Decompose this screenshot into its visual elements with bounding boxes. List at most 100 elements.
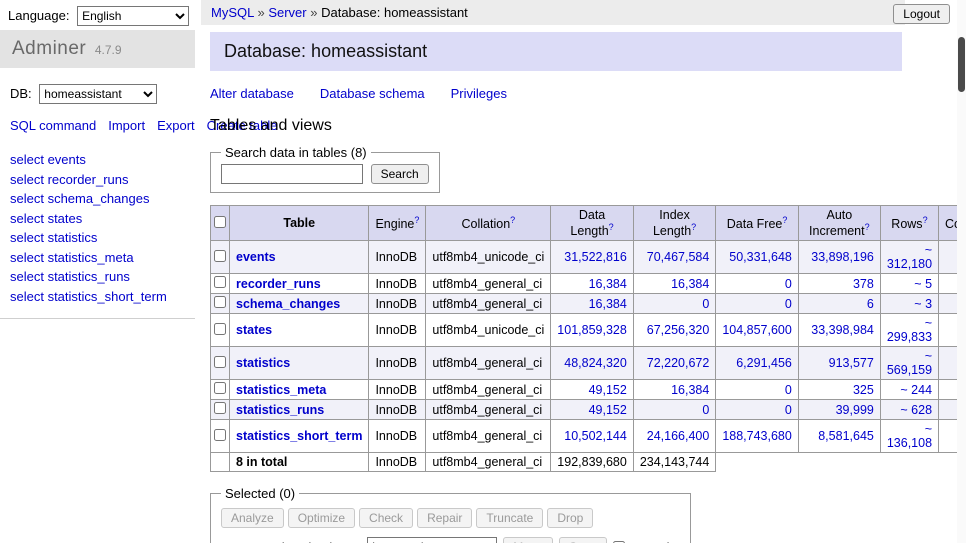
engine-cell: InnoDB: [369, 241, 426, 274]
data-free-link[interactable]: 0: [785, 297, 792, 311]
db-action-link[interactable]: Database schema: [320, 86, 425, 101]
table-name-link[interactable]: statistics_meta: [236, 383, 326, 397]
column-hint-link[interactable]: ?: [414, 215, 419, 225]
auto-increment-link[interactable]: 6: [867, 297, 874, 311]
row-checkbox[interactable]: [214, 323, 226, 335]
data-length-link[interactable]: 16,384: [589, 297, 627, 311]
rows-count-link[interactable]: ~ 3: [914, 297, 932, 311]
table-name-link[interactable]: statistics: [236, 356, 290, 370]
data-free-link[interactable]: 6,291,456: [736, 356, 792, 370]
sidebar-action-link[interactable]: Export: [157, 118, 195, 133]
column-hint-link[interactable]: ?: [923, 215, 928, 225]
auto-increment-link[interactable]: 913,577: [829, 356, 874, 370]
scrollbar-thumb[interactable]: [958, 37, 965, 92]
row-checkbox[interactable]: [214, 402, 226, 414]
table-name-link[interactable]: states: [236, 323, 272, 337]
move-button[interactable]: Move: [503, 537, 552, 543]
table-name-link[interactable]: statistics_short_term: [236, 429, 362, 443]
row-checkbox[interactable]: [214, 276, 226, 288]
index-length-link[interactable]: 70,467,584: [647, 250, 710, 264]
index-length-link[interactable]: 16,384: [671, 383, 709, 397]
logout-button[interactable]: Logout: [893, 4, 950, 24]
sidebar-action-link[interactable]: SQL command: [10, 118, 96, 133]
data-length-link[interactable]: 10,502,144: [564, 429, 627, 443]
row-checkbox[interactable]: [214, 250, 226, 262]
index-length-link[interactable]: 24,166,400: [647, 429, 710, 443]
auto-increment-link[interactable]: 325: [853, 383, 874, 397]
db-select[interactable]: homeassistant: [39, 84, 157, 104]
table-name-link[interactable]: events: [236, 250, 276, 264]
sidebar-table-link[interactable]: select events: [10, 150, 185, 170]
row-checkbox[interactable]: [214, 429, 226, 441]
search-button[interactable]: Search: [371, 164, 429, 184]
db-action-link[interactable]: Privileges: [451, 86, 507, 101]
rows-count-link[interactable]: ~ 312,180: [887, 243, 932, 271]
sidebar-table-link[interactable]: select schema_changes: [10, 189, 185, 209]
auto-increment-link[interactable]: 378: [853, 277, 874, 291]
language-select[interactable]: English: [77, 6, 189, 26]
bulk-check-button[interactable]: Check: [359, 508, 413, 528]
bulk-optimize-button[interactable]: Optimize: [288, 508, 355, 528]
column-hint-link[interactable]: ?: [865, 222, 870, 232]
table-name-link[interactable]: statistics_runs: [236, 403, 324, 417]
data-length-link[interactable]: 49,152: [589, 403, 627, 417]
row-checkbox[interactable]: [214, 356, 226, 368]
rows-count-link[interactable]: ~ 299,833: [887, 316, 932, 344]
copy-button[interactable]: Copy: [559, 537, 607, 543]
rows-count-link[interactable]: ~ 628: [900, 403, 932, 417]
data-free-link[interactable]: 188,743,680: [722, 429, 792, 443]
data-free-link[interactable]: 50,331,648: [729, 250, 792, 264]
data-free-link[interactable]: 0: [785, 383, 792, 397]
column-hint-link[interactable]: ?: [691, 222, 696, 232]
column-hint-link[interactable]: ?: [782, 215, 787, 225]
data-free-link[interactable]: 0: [785, 403, 792, 417]
data-length-link[interactable]: 31,522,816: [564, 250, 627, 264]
auto-increment-link[interactable]: 33,398,984: [811, 323, 874, 337]
sidebar-action-link[interactable]: Import: [108, 118, 145, 133]
column-hint-link[interactable]: ?: [609, 222, 614, 232]
bulk-analyze-button[interactable]: Analyze: [221, 508, 284, 528]
rows-count-link[interactable]: ~ 569,159: [887, 349, 932, 377]
row-checkbox[interactable]: [214, 382, 226, 394]
data-free-link[interactable]: 0: [785, 277, 792, 291]
breadcrumb-item[interactable]: MySQL: [211, 5, 254, 20]
rows-count-link[interactable]: ~ 136,108: [887, 422, 932, 450]
auto-increment-link[interactable]: 39,999: [836, 403, 874, 417]
auto-increment-cell: 8,581,645: [798, 420, 880, 453]
sidebar-table-link[interactable]: select states: [10, 209, 185, 229]
bulk-drop-button[interactable]: Drop: [547, 508, 593, 528]
index-length-link[interactable]: 16,384: [671, 277, 709, 291]
breadcrumb-item[interactable]: Server: [268, 5, 306, 20]
index-length-link[interactable]: 0: [702, 297, 709, 311]
db-action-link[interactable]: Alter database: [210, 86, 294, 101]
sidebar-table-link[interactable]: select statistics_meta: [10, 248, 185, 268]
rows-count-link[interactable]: ~ 5: [914, 277, 932, 291]
select-all-checkbox[interactable]: [214, 216, 226, 228]
data-free-link[interactable]: 104,857,600: [722, 323, 792, 337]
scrollbar[interactable]: [957, 0, 966, 543]
data-length-link[interactable]: 49,152: [589, 383, 627, 397]
auto-increment-link[interactable]: 33,898,196: [811, 250, 874, 264]
sidebar-table-link[interactable]: select recorder_runs: [10, 170, 185, 190]
index-length-link[interactable]: 72,220,672: [647, 356, 710, 370]
data-length-link[interactable]: 101,859,328: [557, 323, 627, 337]
total-name-cell: 8 in total: [230, 453, 369, 472]
data-length-link[interactable]: 48,824,320: [564, 356, 627, 370]
sidebar-table-link[interactable]: select statistics: [10, 228, 185, 248]
rows-count-link[interactable]: ~ 244: [900, 383, 932, 397]
table-name-link[interactable]: recorder_runs: [236, 277, 321, 291]
rows-count-cell: ~ 312,180: [880, 241, 938, 274]
sidebar-table-link[interactable]: select statistics_runs: [10, 267, 185, 287]
index-length-link[interactable]: 0: [702, 403, 709, 417]
search-input[interactable]: [221, 164, 363, 184]
column-hint-link[interactable]: ?: [510, 215, 515, 225]
row-checkbox[interactable]: [214, 296, 226, 308]
sidebar-table-link[interactable]: select statistics_short_term: [10, 287, 185, 307]
data-length-link[interactable]: 16,384: [589, 277, 627, 291]
bulk-truncate-button[interactable]: Truncate: [476, 508, 543, 528]
auto-increment-link[interactable]: 8,581,645: [818, 429, 874, 443]
table-name-link[interactable]: schema_changes: [236, 297, 340, 311]
bulk-repair-button[interactable]: Repair: [417, 508, 472, 528]
move-db-select[interactable]: homeassistant: [367, 537, 497, 543]
index-length-link[interactable]: 67,256,320: [647, 323, 710, 337]
